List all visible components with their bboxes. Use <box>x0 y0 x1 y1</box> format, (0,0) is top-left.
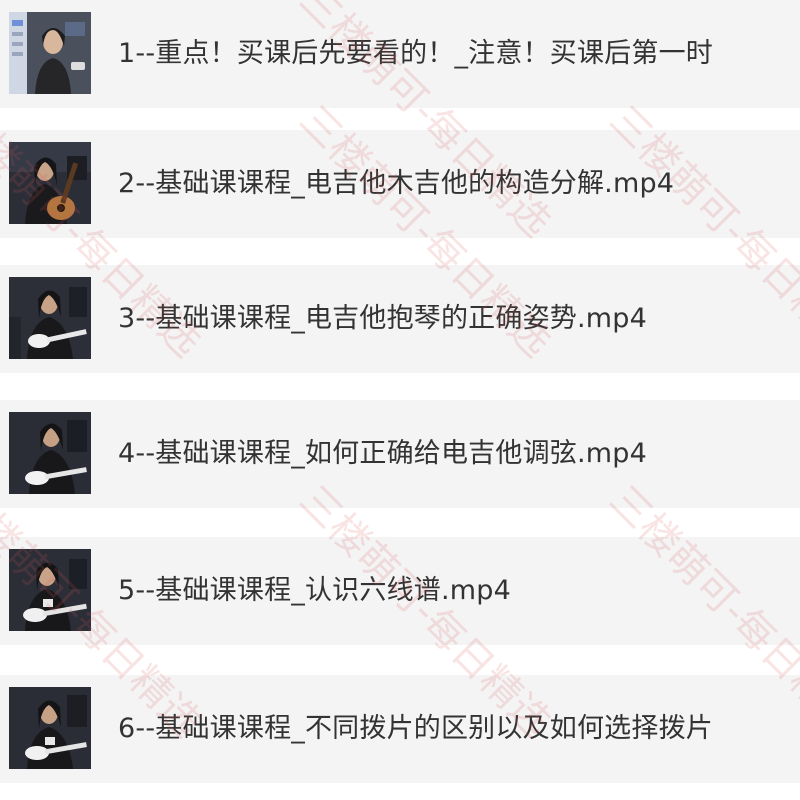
list-item[interactable]: 3--基础课课程_电吉他抱琴的正确姿势.mp4 <box>0 265 800 373</box>
file-name: 3--基础课课程_电吉他抱琴的正确姿势.mp4 <box>118 303 647 334</box>
guitarist-thumbnail-icon <box>9 687 91 769</box>
list-item[interactable]: 1--重点！买课后先要看的！_注意！买课后第一时 <box>0 0 800 108</box>
guitarist-thumbnail-icon <box>9 412 91 494</box>
file-list-page: 1--重点！买课后先要看的！_注意！买课后第一时 2--基础课课程_电吉他木吉他… <box>0 0 800 800</box>
guitarist-thumbnail-icon <box>9 549 91 631</box>
video-thumbnail <box>9 412 91 494</box>
file-name: 1--重点！买课后先要看的！_注意！买课后第一时 <box>118 38 713 69</box>
video-thumbnail <box>9 549 91 631</box>
list-item[interactable]: 5--基础课课程_认识六线谱.mp4 <box>0 537 800 645</box>
list-item[interactable]: 2--基础课课程_电吉他木吉他的构造分解.mp4 <box>0 130 800 238</box>
video-thumbnail <box>9 277 91 359</box>
presenter-thumbnail-icon <box>9 12 91 94</box>
file-name: 2--基础课课程_电吉他木吉他的构造分解.mp4 <box>118 168 675 199</box>
video-thumbnail <box>9 142 91 224</box>
list-item[interactable]: 6--基础课课程_不同拨片的区别以及如何选择拨片 <box>0 675 800 783</box>
guitarist-thumbnail-icon <box>9 142 91 224</box>
file-name: 5--基础课课程_认识六线谱.mp4 <box>118 575 511 606</box>
list-item[interactable]: 4--基础课课程_如何正确给电吉他调弦.mp4 <box>0 400 800 508</box>
video-thumbnail <box>9 687 91 769</box>
guitarist-thumbnail-icon <box>9 277 91 359</box>
file-name: 6--基础课课程_不同拨片的区别以及如何选择拨片 <box>118 713 713 744</box>
file-name: 4--基础课课程_如何正确给电吉他调弦.mp4 <box>118 438 647 469</box>
video-thumbnail <box>9 12 91 94</box>
